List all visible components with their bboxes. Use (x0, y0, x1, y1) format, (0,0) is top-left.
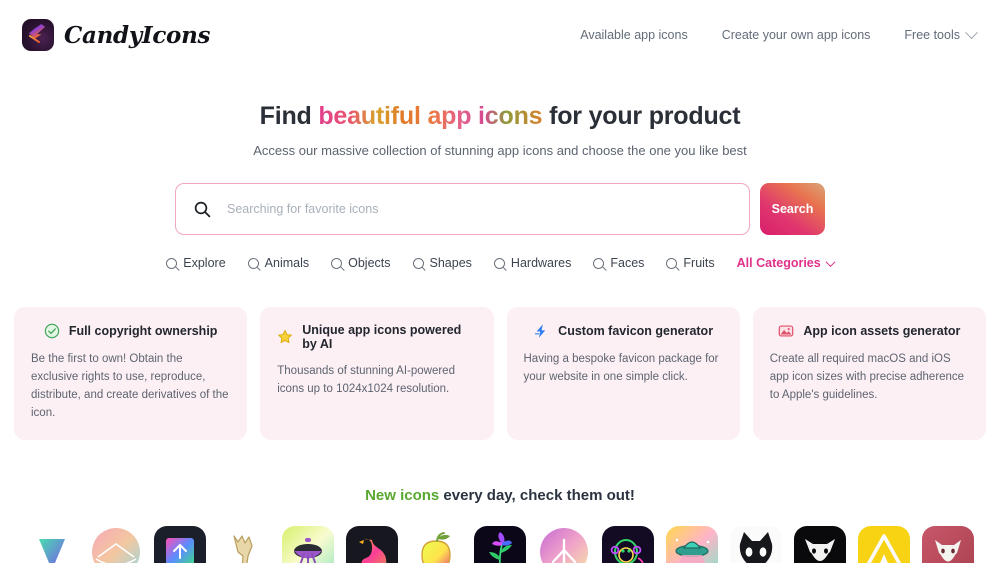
new-icons-row (0, 526, 1000, 563)
neon-flower-app-icon[interactable] (474, 526, 526, 563)
brand-name: CandyIcons (64, 21, 211, 49)
yellow-tent-app-icon[interactable] (858, 526, 910, 563)
giraffe-app-icon[interactable] (218, 526, 270, 563)
category-chips: Explore Animals Objects Shapes Hardwares… (0, 256, 1000, 270)
image-frame-icon (779, 325, 794, 337)
feature-card-ai-icons: Unique app icons powered by AI Thousands… (260, 307, 494, 441)
red-fox-app-icon[interactable] (922, 526, 974, 563)
new-icons-accent: New icons (365, 487, 440, 505)
category-label: Shapes (429, 256, 472, 270)
new-icons-heading: New icons every day, check them out! (0, 487, 1000, 504)
category-chip-explore[interactable]: Explore (166, 256, 226, 270)
category-label: All Categories (736, 256, 821, 270)
title-post: for your product (542, 102, 741, 130)
card-body: Thousands of stunning AI-powered icons u… (277, 365, 455, 396)
nav-item-available-app-icons[interactable]: Available app icons (580, 28, 687, 42)
card-body: Be the first to own! Obtain the exclusiv… (31, 353, 229, 420)
category-label: Faces (610, 256, 645, 270)
nav-label: Create your own app icons (721, 28, 871, 42)
chevron-down-icon (825, 256, 836, 267)
card-title: Unique app icons powered by AI (302, 323, 462, 351)
lightning-bolt-icon (534, 324, 546, 338)
search-box[interactable] (175, 183, 750, 235)
title-accent: beautiful app icons (318, 102, 543, 130)
card-head: Unique app icons powered by AI (277, 323, 476, 351)
card-body: Having a bespoke favicon package for you… (523, 353, 719, 384)
category-chip-objects[interactable]: Objects (331, 256, 391, 270)
swan-app-icon[interactable] (346, 526, 398, 563)
feature-card-copyright: Full copyright ownership Be the first to… (14, 307, 248, 441)
search-icon (331, 257, 343, 269)
black-cat-app-icon[interactable] (730, 526, 782, 563)
chevron-down-icon (965, 25, 978, 39)
card-head: Custom favicon generator (524, 323, 723, 339)
new-icons-rest: every day, check them out! (439, 487, 635, 505)
card-head: Full copyright ownership (31, 323, 230, 339)
white-fox-app-icon[interactable] (794, 526, 846, 563)
hero-section: Find beautiful app icons for your produc… (0, 102, 1000, 158)
nav-item-free-tools[interactable]: Free tools (904, 25, 978, 42)
search-icon (666, 257, 678, 269)
search-icon (593, 257, 605, 269)
feature-card-favicon: Custom favicon generator Having a bespok… (506, 307, 740, 441)
feather-quill-icon (22, 19, 54, 51)
check-circle-icon (44, 323, 60, 339)
category-chip-fruits[interactable]: Fruits (666, 256, 715, 270)
search-button[interactable]: Search (760, 183, 825, 235)
category-chip-all-categories[interactable]: All Categories (736, 256, 836, 270)
neon-monkey-app-icon[interactable] (602, 526, 654, 563)
search-row: Search (175, 183, 825, 235)
category-label: Fruits (683, 256, 715, 270)
search-icon (493, 257, 505, 269)
windmill-app-icon[interactable] (538, 526, 590, 563)
category-label: Animals (264, 256, 310, 270)
brand-logo[interactable]: CandyIcons (22, 19, 210, 51)
search-icon (166, 257, 178, 269)
search-input[interactable] (227, 202, 731, 216)
apple-fruit-app-icon[interactable] (410, 526, 462, 563)
category-label: Explore (183, 256, 226, 270)
star-icon (278, 330, 293, 344)
category-chip-animals[interactable]: Animals (247, 256, 310, 270)
card-head: App icon assets generator (770, 323, 969, 339)
category-label: Hardwares (510, 256, 572, 270)
feature-cards: Full copyright ownership Be the first to… (0, 307, 1000, 441)
category-label: Objects (348, 256, 391, 270)
search-icon (412, 257, 424, 269)
card-title: Full copyright ownership (68, 324, 218, 338)
category-chip-faces[interactable]: Faces (593, 256, 644, 270)
sunset-wave-app-icon[interactable] (90, 526, 142, 563)
card-body: Create all required macOS and iOS app ic… (769, 353, 965, 402)
hero-subtitle: Access our massive collection of stunnin… (253, 143, 747, 158)
search-icon (194, 201, 211, 217)
nav-label: Available app icons (580, 28, 688, 42)
card-title: App icon assets generator (803, 324, 961, 338)
main-nav: Available app icons Create your own app … (580, 25, 978, 42)
search-icon (247, 257, 259, 269)
upload-box-app-icon[interactable] (154, 526, 206, 563)
site-header: CandyIcons Available app icons Create yo… (0, 0, 1000, 70)
feature-card-assets: App icon assets generator Create all req… (752, 307, 986, 441)
nav-label: Free tools (904, 28, 960, 42)
bbq-grill-app-icon[interactable] (282, 526, 334, 563)
title-pre: Find (259, 102, 319, 130)
card-title: Custom favicon generator (558, 324, 714, 338)
category-chip-shapes[interactable]: Shapes (412, 256, 472, 270)
nav-item-create-your-own-app-icons[interactable]: Create your own app icons (722, 28, 871, 42)
page-title: Find beautiful app icons for your produc… (0, 102, 1000, 131)
category-chip-hardwares[interactable]: Hardwares (493, 256, 572, 270)
ufo-saucer-app-icon[interactable] (666, 526, 718, 563)
ice-cream-cone-app-icon[interactable] (26, 526, 78, 563)
